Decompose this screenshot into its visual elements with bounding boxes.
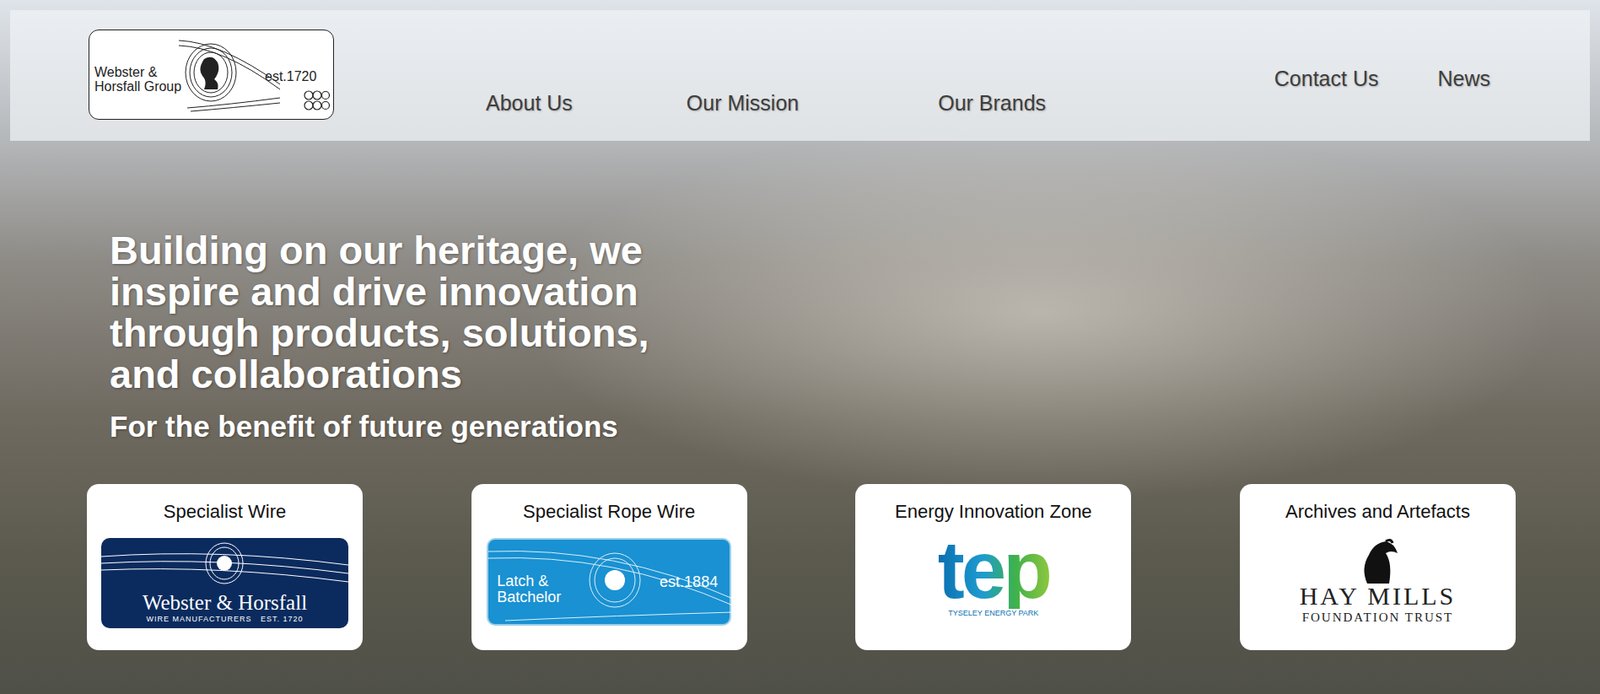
nav-link[interactable]: Contact Us [1274,66,1380,92]
card-title: Archives and Artefacts [1285,501,1471,523]
brand-card[interactable]: Archives and Artefacts HAY MILLSFOUNDATIO… [1239,484,1516,651]
card-title: Energy Innovation Zone [894,501,1093,523]
brand-cards: Specialist Wire Webster & HorsfallWIRE MA… [10,484,1590,651]
webster-horsfall-logo: Webster & HorsfallWIRE MANUFACTURERS EST… [101,538,349,629]
card-title: Specialist Wire [163,501,286,523]
logo-est: est.1720 [264,69,317,85]
tep-logo: tepTYSELEY ENERGY PARK [937,531,1050,618]
latch-batchelor-logo: Latch &Batchelorest.1884 [486,538,732,626]
main-nav: About Us Our Mission Our Brands [485,91,1160,116]
group-logo[interactable]: Webster &Horsfall Group est.1720 [88,29,335,120]
home-page: Webster &Horsfall Group est.1720 About Us O… [0,0,1600,694]
site-header: Webster &Horsfall Group est.1720 About Us O… [10,10,1590,141]
cable-icon [301,88,330,114]
brand-card[interactable]: Specialist Wire Webster & HorsfallWIRE MA… [86,484,363,651]
hero-subtitle: For the benefit of future generations [109,409,1590,444]
brand-card[interactable]: Specialist Rope Wire Latch &Batchelorest.… [471,484,748,651]
nav-link[interactable]: About Us [485,91,573,116]
horse-head-icon [1352,538,1403,586]
hero: Building on our heritage, we inspire and… [10,229,1590,444]
hero-headline: Building on our heritage, we inspire and… [109,229,726,395]
logo-name: Webster &Horsfall Group [94,64,188,94]
nav-link[interactable]: Our Brands [937,91,1046,116]
secondary-nav: Contact Us News [1274,66,1491,92]
nav-link[interactable]: Our Mission [686,91,799,116]
hay-mills-logo: HAY MILLSFOUNDATION TRUST [1299,538,1457,625]
card-title: Specialist Rope Wire [522,501,695,523]
nav-link[interactable]: News [1437,66,1491,92]
wire-lines-icon [101,539,349,591]
brand-card[interactable]: Energy Innovation Zone tepTYSELEY ENERGY … [855,484,1132,651]
